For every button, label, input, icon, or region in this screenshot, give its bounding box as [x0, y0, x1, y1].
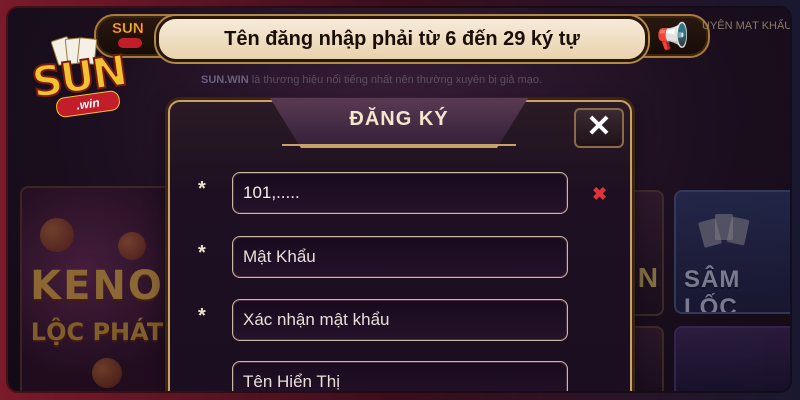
- display-name-input[interactable]: [233, 362, 567, 391]
- password-row: *: [170, 236, 630, 278]
- samloc-title: SÂM LỐC: [684, 266, 741, 314]
- required-mark: *: [198, 305, 206, 327]
- anti-fraud-notice: SUN.WIN là thương hiệu nổi tiếng nhất nê…: [201, 74, 542, 86]
- username-row: * ✖: [170, 172, 630, 214]
- display-name-row: [170, 361, 630, 391]
- clear-x-icon[interactable]: ✖: [592, 184, 607, 205]
- display-name-field-wrapper: [232, 361, 568, 391]
- keno-title: KENO: [30, 263, 164, 309]
- username-input[interactable]: [233, 173, 567, 213]
- notice-brand: SUN.WIN: [201, 74, 249, 86]
- cards-icon: [697, 214, 761, 254]
- notification-pill: Tên đăng nhập phải từ 6 đến 29 ký tự: [156, 16, 648, 62]
- megaphone-icon: 📢: [656, 21, 690, 51]
- username-field-wrapper: [232, 172, 568, 214]
- confirm-password-input[interactable]: [233, 300, 567, 340]
- marquee-text: UYÊN MẠT KHẨU: [702, 20, 790, 32]
- keno-ball: [92, 358, 122, 388]
- keno-ball: [118, 232, 146, 260]
- confirm-password-row: *: [170, 299, 630, 341]
- dialog-title: ĐĂNG KÝ: [349, 108, 449, 130]
- required-mark: *: [198, 178, 206, 200]
- game-tile-partial[interactable]: [674, 326, 790, 391]
- game-tile-letter: N: [637, 262, 658, 293]
- confirm-password-field-wrapper: [232, 299, 568, 341]
- password-input[interactable]: [233, 237, 567, 277]
- samloc-game-tile[interactable]: SÂM LỐC: [674, 190, 790, 314]
- sunwin-logo: SUN .win: [26, 22, 146, 122]
- keno-ball: [40, 218, 74, 252]
- notice-text: là thương hiệu nổi tiếng nhất nên thường…: [248, 74, 543, 86]
- password-field-wrapper: [232, 236, 568, 278]
- notification-message: Tên đăng nhập phải từ 6 đến 29 ký tự: [224, 27, 580, 50]
- keno-game-tile[interactable]: KENO LỘC PHÁT: [20, 186, 174, 391]
- close-icon[interactable]: ✕: [574, 108, 624, 148]
- register-dialog: ĐĂNG KÝ ✕ * ✖ * *: [168, 98, 632, 391]
- game-screen: KENO LỘC PHÁT N SÂM LỐC SUN Tên đăng nhậ…: [8, 8, 790, 391]
- keno-subtitle: LỘC PHÁT: [30, 318, 164, 346]
- required-mark: *: [198, 242, 206, 264]
- header-divider: [282, 144, 516, 146]
